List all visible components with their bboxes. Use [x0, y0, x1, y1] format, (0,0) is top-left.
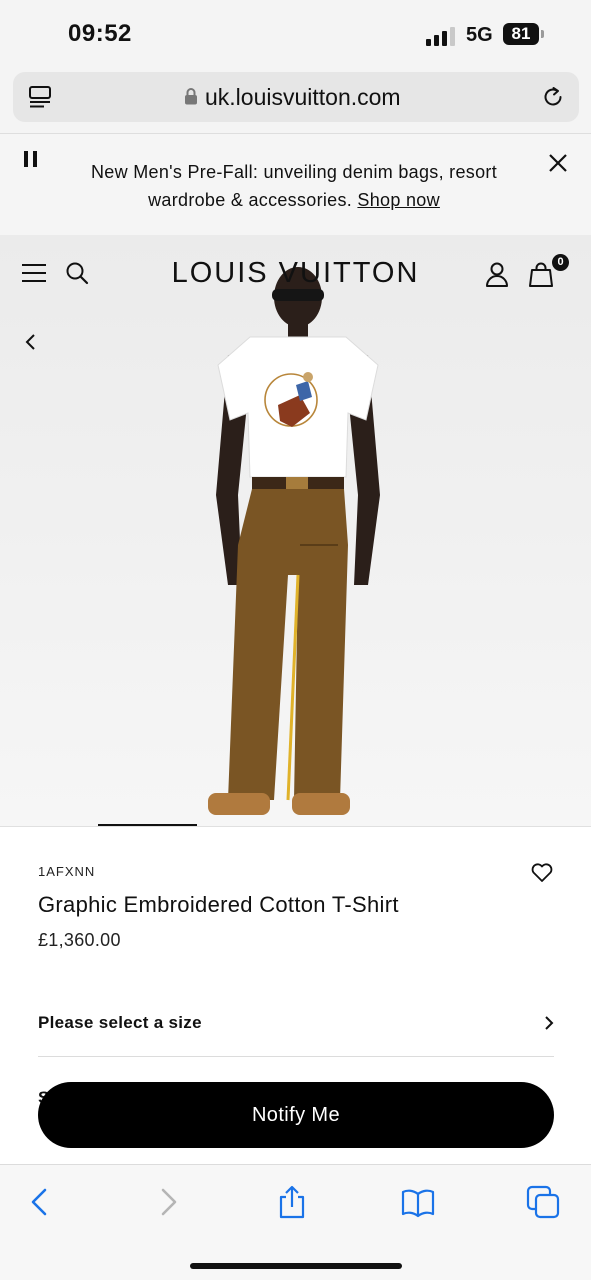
- url-text[interactable]: uk.louisvuitton.com: [205, 84, 401, 111]
- product-name: Graphic Embroidered Cotton T-Shirt: [38, 892, 399, 917]
- size-selector[interactable]: Please select a size: [38, 1000, 554, 1057]
- browser-toolbar: [0, 1164, 591, 1280]
- bookmarks-icon[interactable]: [401, 1185, 435, 1219]
- reload-icon[interactable]: [541, 85, 565, 109]
- network-type: 5G: [466, 24, 493, 46]
- address-bar[interactable]: uk.louisvuitton.com: [13, 72, 579, 122]
- pause-icon[interactable]: [24, 151, 38, 167]
- carousel-indicator: [98, 824, 197, 826]
- status-bar: 09:52 5G 81: [0, 0, 591, 70]
- chevron-right-icon: [545, 1016, 554, 1030]
- notify-me-button[interactable]: Notify Me: [38, 1082, 554, 1148]
- account-icon[interactable]: [485, 261, 509, 287]
- chevron-left-icon[interactable]: [24, 333, 38, 351]
- size-selector-label: Please select a size: [38, 1013, 202, 1032]
- product-image-carousel[interactable]: LOUIS VUITTON 0: [0, 235, 591, 826]
- status-time: 09:52: [68, 20, 132, 47]
- product-price: £1,360.00: [38, 930, 121, 950]
- forward-icon[interactable]: [151, 1185, 185, 1219]
- shop-now-link[interactable]: Shop now: [357, 190, 439, 210]
- back-icon[interactable]: [23, 1185, 57, 1219]
- browser-address-area: uk.louisvuitton.com: [0, 70, 591, 134]
- banner-message: New Men's Pre-Fall: unveiling denim bags…: [55, 158, 533, 214]
- battery-level: 81: [511, 24, 531, 43]
- carousel-track: [0, 826, 591, 827]
- promo-banner: New Men's Pre-Fall: unveiling denim bags…: [0, 134, 591, 235]
- bag-count-badge: 0: [552, 254, 569, 271]
- lock-icon: [185, 88, 197, 105]
- tabs-icon[interactable]: [526, 1185, 560, 1219]
- share-icon[interactable]: [275, 1185, 309, 1219]
- reader-icon[interactable]: [28, 85, 52, 109]
- battery-icon: 81: [503, 23, 539, 45]
- signal-strength-icon: [426, 26, 456, 46]
- bag-icon[interactable]: [529, 261, 553, 287]
- heart-icon[interactable]: [530, 861, 554, 883]
- product-sku: 1AFXNN: [38, 864, 96, 879]
- home-indicator: [190, 1263, 402, 1269]
- battery-tip: [541, 30, 544, 38]
- close-icon[interactable]: [547, 152, 569, 174]
- product-model-image: [208, 267, 380, 815]
